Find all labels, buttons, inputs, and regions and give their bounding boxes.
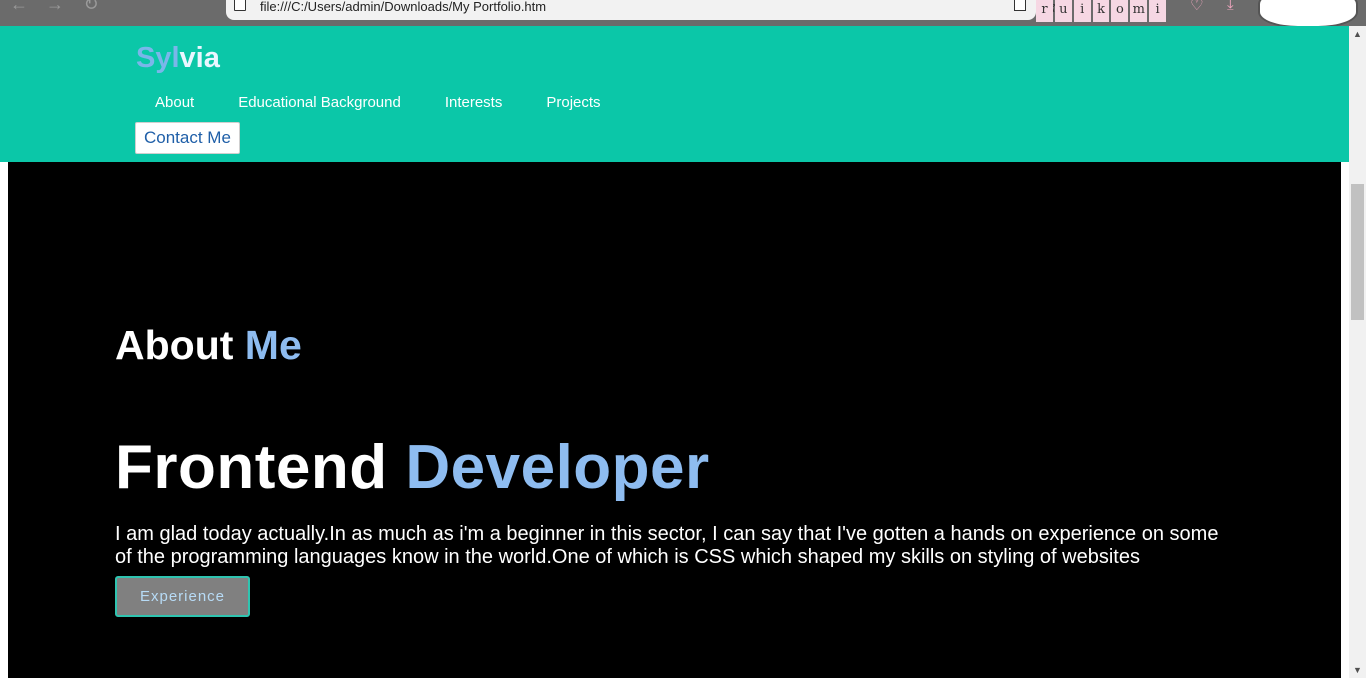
scroll-up-icon[interactable]: ▲: [1349, 26, 1366, 42]
role-heading-accent: Developer: [405, 433, 710, 502]
experience-button[interactable]: Experience: [115, 576, 250, 617]
address-bar[interactable]: file:///C:/Users/admin/Downloads/My Port…: [226, 0, 1036, 20]
nav-educational-background[interactable]: Educational Background: [238, 94, 401, 111]
page-icon: [234, 0, 246, 11]
logo-part-2: via: [179, 42, 220, 74]
about-heading: About Me: [115, 322, 302, 369]
forward-icon[interactable]: →: [46, 0, 64, 15]
main-nav: About Educational Background Interests P…: [155, 94, 645, 111]
site-logo[interactable]: Sylvia: [136, 42, 220, 75]
scrollbar[interactable]: ▲ ▼: [1349, 26, 1366, 678]
extension-letter: r: [1036, 0, 1053, 22]
back-icon[interactable]: ←: [10, 0, 28, 15]
site-header: Sylvia About Educational Background Inte…: [0, 26, 1350, 162]
contact-me-button[interactable]: Contact Me: [135, 122, 240, 154]
nav-projects[interactable]: Projects: [546, 94, 600, 111]
extension-letter: k: [1092, 0, 1110, 22]
about-heading-white: About: [115, 322, 245, 368]
bio-paragraph: I am glad today actually.In as much as i…: [115, 523, 1219, 568]
nav-interests[interactable]: Interests: [445, 94, 503, 111]
extension-letter: i: [1149, 0, 1167, 22]
download-icon[interactable]: ⤓: [1227, 0, 1234, 13]
nav-about[interactable]: About: [155, 94, 194, 111]
extension-letter: i: [1073, 0, 1091, 22]
extension-letter: u: [1054, 0, 1072, 22]
about-heading-accent: Me: [244, 322, 302, 368]
pocket-icon[interactable]: ♡: [1190, 0, 1203, 14]
browser-nav-buttons: ← → ↻: [10, 0, 100, 15]
extension-letter: m: [1130, 0, 1148, 22]
about-section: About Me Frontend Developer I am glad to…: [8, 162, 1341, 678]
scroll-down-icon[interactable]: ▼: [1349, 662, 1366, 678]
logo-part-1: Syl: [136, 42, 180, 74]
browser-toolbar: ← → ↻ file:///C:/Users/admin/Downloads/M…: [0, 0, 1366, 26]
role-heading-white: Frontend: [115, 433, 406, 502]
extension-banner[interactable]: r u i k o m i: [1034, 0, 1167, 24]
reader-view-icon[interactable]: [1014, 0, 1026, 11]
role-heading: Frontend Developer: [115, 432, 710, 503]
scroll-thumb[interactable]: [1351, 184, 1364, 320]
reload-icon[interactable]: ↻: [82, 0, 100, 15]
address-url[interactable]: file:///C:/Users/admin/Downloads/My Port…: [260, 0, 546, 14]
extension-letter: o: [1111, 0, 1129, 22]
profile-avatar[interactable]: [1258, 0, 1358, 26]
